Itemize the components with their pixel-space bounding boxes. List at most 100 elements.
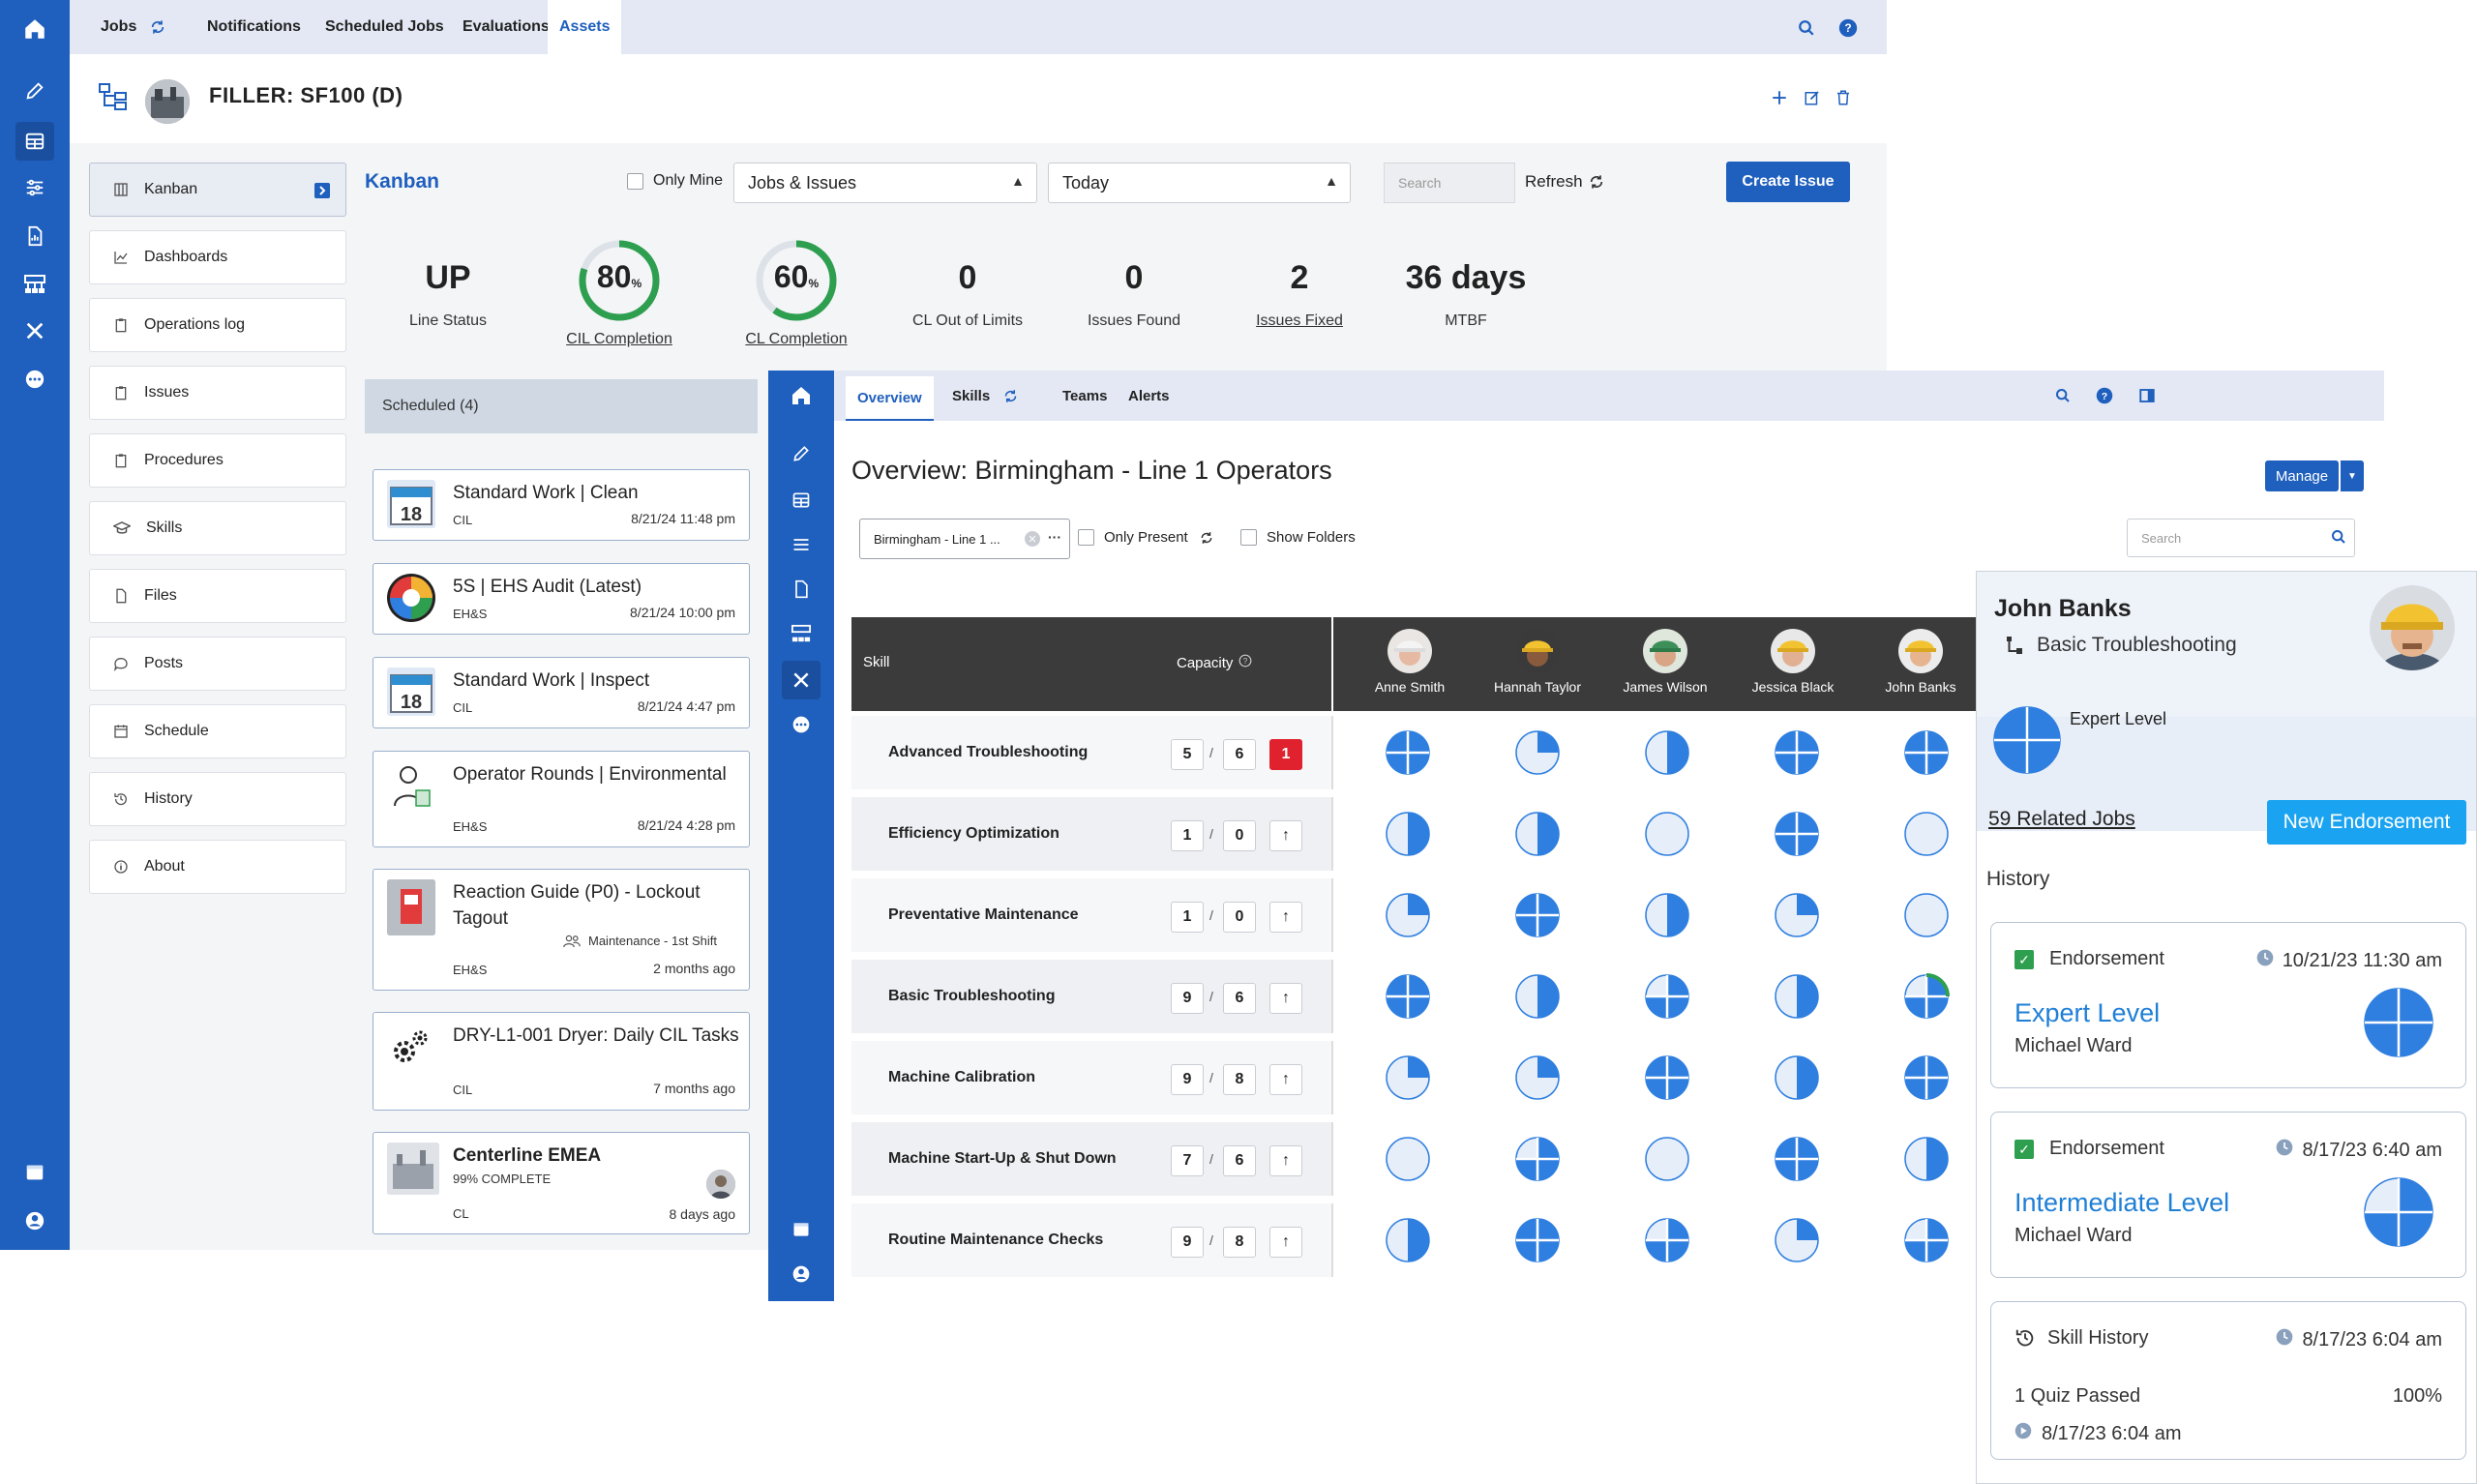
tab-skills[interactable]: Skills [940,371,1030,421]
date-select[interactable]: Today ▲ [1048,163,1351,203]
skill-level-pie[interactable] [1514,729,1561,776]
report-icon[interactable] [15,217,54,255]
nav-schedule[interactable]: Schedule [89,704,346,758]
arrow-up-icon[interactable]: ↑ [1269,1227,1302,1258]
skill-level-pie[interactable] [1385,1217,1431,1263]
skill-level-pie[interactable] [1644,729,1690,776]
job-card[interactable]: Operator Rounds | Environmental EH&S 8/2… [373,751,750,847]
add-icon[interactable] [1771,89,1788,106]
new-endorsement-button[interactable]: New Endorsement [2267,800,2466,845]
tab-assets[interactable]: Assets [548,0,622,56]
org-chart-icon[interactable] [15,265,54,304]
search-icon[interactable] [1798,19,1815,37]
job-card[interactable]: Centerline EMEA 99% COMPLETE CL 8 days a… [373,1132,750,1234]
sliders-icon[interactable] [15,168,54,207]
skill-level-pie[interactable] [1385,1136,1431,1182]
skill-level-pie[interactable] [1385,973,1431,1020]
skill-level-pie[interactable] [1774,1054,1820,1101]
skill-row[interactable]: Routine Maintenance Checks 9 / 8 ↑ [851,1203,2022,1277]
home-icon[interactable] [782,376,821,415]
person-column[interactable]: Anne Smith [1347,617,1473,695]
nav-operations-log[interactable]: Operations log [89,298,346,352]
sync-icon[interactable] [150,19,165,35]
nav-skills[interactable]: Skills [89,501,346,555]
history-card[interactable]: ✓ Endorsement 10/21/23 11:30 am Expert L… [1990,922,2466,1088]
user-icon[interactable] [15,1202,54,1240]
calendar-icon[interactable] [782,1210,821,1249]
show-folders-toggle[interactable]: Show Folders [1240,529,1356,546]
info-icon[interactable]: ? [1238,654,1252,671]
skill-level-pie[interactable] [1644,892,1690,938]
skill-level-pie[interactable] [1644,811,1690,857]
skill-level-pie[interactable] [1903,811,1950,857]
pencil-icon[interactable] [15,72,54,110]
nav-dashboards[interactable]: Dashboards [89,230,346,284]
job-card[interactable]: 18 Standard Work | Inspect CIL 8/21/24 4… [373,657,750,728]
job-card[interactable]: 5S | EHS Audit (Latest) EH&S 8/21/24 10:… [373,563,750,635]
more-icon[interactable] [782,705,821,744]
stat-cil-completion[interactable]: 80% CIL Completion [542,238,697,348]
skill-row[interactable]: Preventative Maintenance 1 / 0 ↑ [851,878,2022,952]
person-column[interactable]: James Wilson [1602,617,1728,695]
nav-history[interactable]: History [89,772,346,826]
job-card[interactable]: DRY-L1-001 Dryer: Daily CIL Tasks CIL 7 … [373,1012,750,1111]
sync-icon[interactable] [1003,389,1018,403]
chevron-down-icon[interactable]: ▼ [2341,460,2364,491]
only-mine-toggle[interactable]: Only Mine [627,172,723,190]
stat-issues-fixed[interactable]: 2 Issues Fixed [1222,259,1377,330]
skill-level-pie[interactable] [1644,973,1690,1020]
job-card[interactable]: 18 Standard Work | Clean CIL 8/21/24 11:… [373,469,750,541]
skill-row[interactable]: Basic Troubleshooting 9 / 6 ↑ [851,960,2022,1033]
only-present-toggle[interactable]: Only Present [1078,529,1213,546]
person-column[interactable]: Jessica Black [1730,617,1856,695]
stat-cl-completion[interactable]: 60% CL Completion [719,238,874,348]
skill-level-pie[interactable] [1385,892,1431,938]
skill-row[interactable]: Advanced Troubleshooting 5 / 6 1 [851,716,2022,789]
more-icon[interactable] [15,360,54,399]
manage-button[interactable]: Manage [2265,460,2339,491]
arrow-up-icon[interactable]: ↑ [1269,1064,1302,1095]
arrow-up-icon[interactable]: ↑ [1269,820,1302,851]
history-card[interactable]: ✓ Endorsement 8/17/23 6:40 am Intermedia… [1990,1112,2466,1278]
skill-level-pie-selected[interactable] [1903,973,1950,1020]
search-input[interactable]: Search [2127,519,2355,557]
refresh-icon[interactable] [1200,531,1213,545]
tools-icon[interactable] [782,661,821,699]
gap-badge[interactable]: 1 [1269,739,1302,770]
tab-evaluations[interactable]: Evaluations [451,0,561,54]
report-icon[interactable] [782,570,821,608]
chevron-right-icon[interactable] [314,183,330,198]
calendar-icon[interactable] [15,1153,54,1192]
sliders-icon[interactable] [782,525,821,564]
home-icon[interactable] [15,10,54,48]
org-chart-icon[interactable] [782,614,821,653]
edit-icon[interactable] [1804,89,1821,106]
tab-overview[interactable]: Overview [846,376,934,421]
related-jobs-link[interactable]: 59 Related Jobs [1988,808,2135,831]
skill-level-pie[interactable] [1903,892,1950,938]
table-icon[interactable] [15,122,54,161]
arrow-up-icon[interactable]: ↑ [1269,983,1302,1014]
skill-row[interactable]: Machine Calibration 9 / 8 ↑ [851,1041,2022,1114]
more-dots-icon[interactable]: ··· [1048,529,1061,545]
folder-filter-chip[interactable]: Birmingham - Line 1 ... ✕ ··· [859,519,1070,559]
nav-posts[interactable]: Posts [89,637,346,691]
skill-level-pie[interactable] [1385,1054,1431,1101]
skill-row[interactable]: Efficiency Optimization 1 / 0 ↑ [851,797,2022,871]
skill-level-pie[interactable] [1644,1217,1690,1263]
nav-kanban[interactable]: Kanban [89,163,346,217]
help-icon[interactable]: ? [1838,18,1858,38]
person-column[interactable]: Hannah Taylor [1475,617,1600,695]
search-icon[interactable] [2055,388,2071,403]
search-input[interactable]: Search [1384,163,1515,203]
help-icon[interactable]: ? [2096,387,2113,404]
skill-level-pie[interactable] [1774,1217,1820,1263]
tab-alerts[interactable]: Alerts [1117,371,1181,421]
skill-level-pie[interactable] [1774,973,1820,1020]
skill-level-pie[interactable] [1514,973,1561,1020]
user-icon[interactable] [782,1255,821,1293]
skill-level-pie[interactable] [1514,892,1561,938]
person-column[interactable]: John Banks [1858,617,1984,695]
skill-level-pie[interactable] [1514,1136,1561,1182]
tools-icon[interactable] [15,312,54,350]
